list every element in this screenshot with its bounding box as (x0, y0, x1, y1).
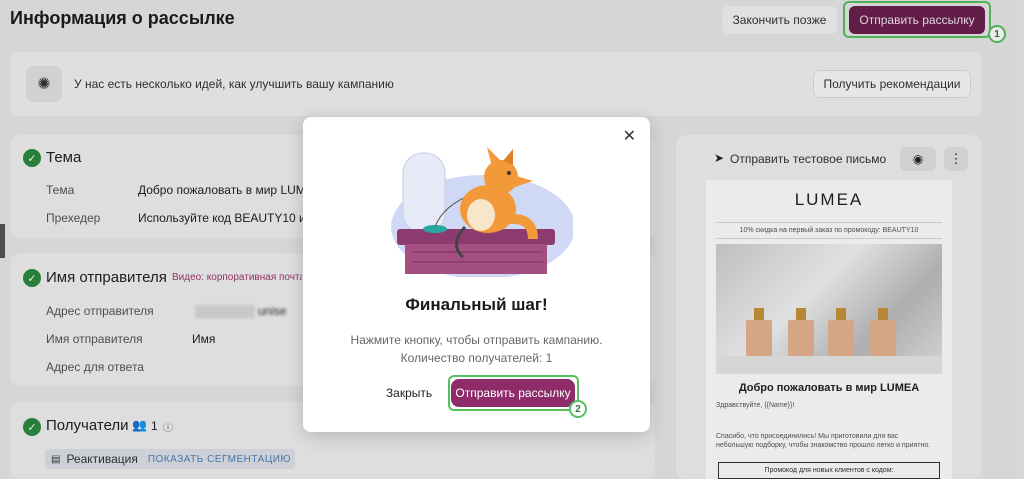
step-badge-2: 2 (569, 400, 587, 418)
modal-description: Нажмите кнопку, чтобы отправить кампанию… (303, 331, 650, 367)
close-icon[interactable]: ✕ (623, 126, 636, 146)
modal-desc-line2: Количество получателей: 1 (400, 351, 553, 365)
modal-send-button[interactable]: Отправить рассылку (451, 379, 575, 407)
final-step-modal: ✕ Финальный шаг! Нажмите кнопку, чтобы о… (303, 117, 650, 432)
modal-title: Финальный шаг! (405, 295, 548, 314)
modal-desc-line1: Нажмите кнопку, чтобы отправить кампанию… (350, 333, 603, 347)
close-button[interactable]: Закрыть (379, 383, 439, 403)
fox-illustration (391, 147, 573, 277)
